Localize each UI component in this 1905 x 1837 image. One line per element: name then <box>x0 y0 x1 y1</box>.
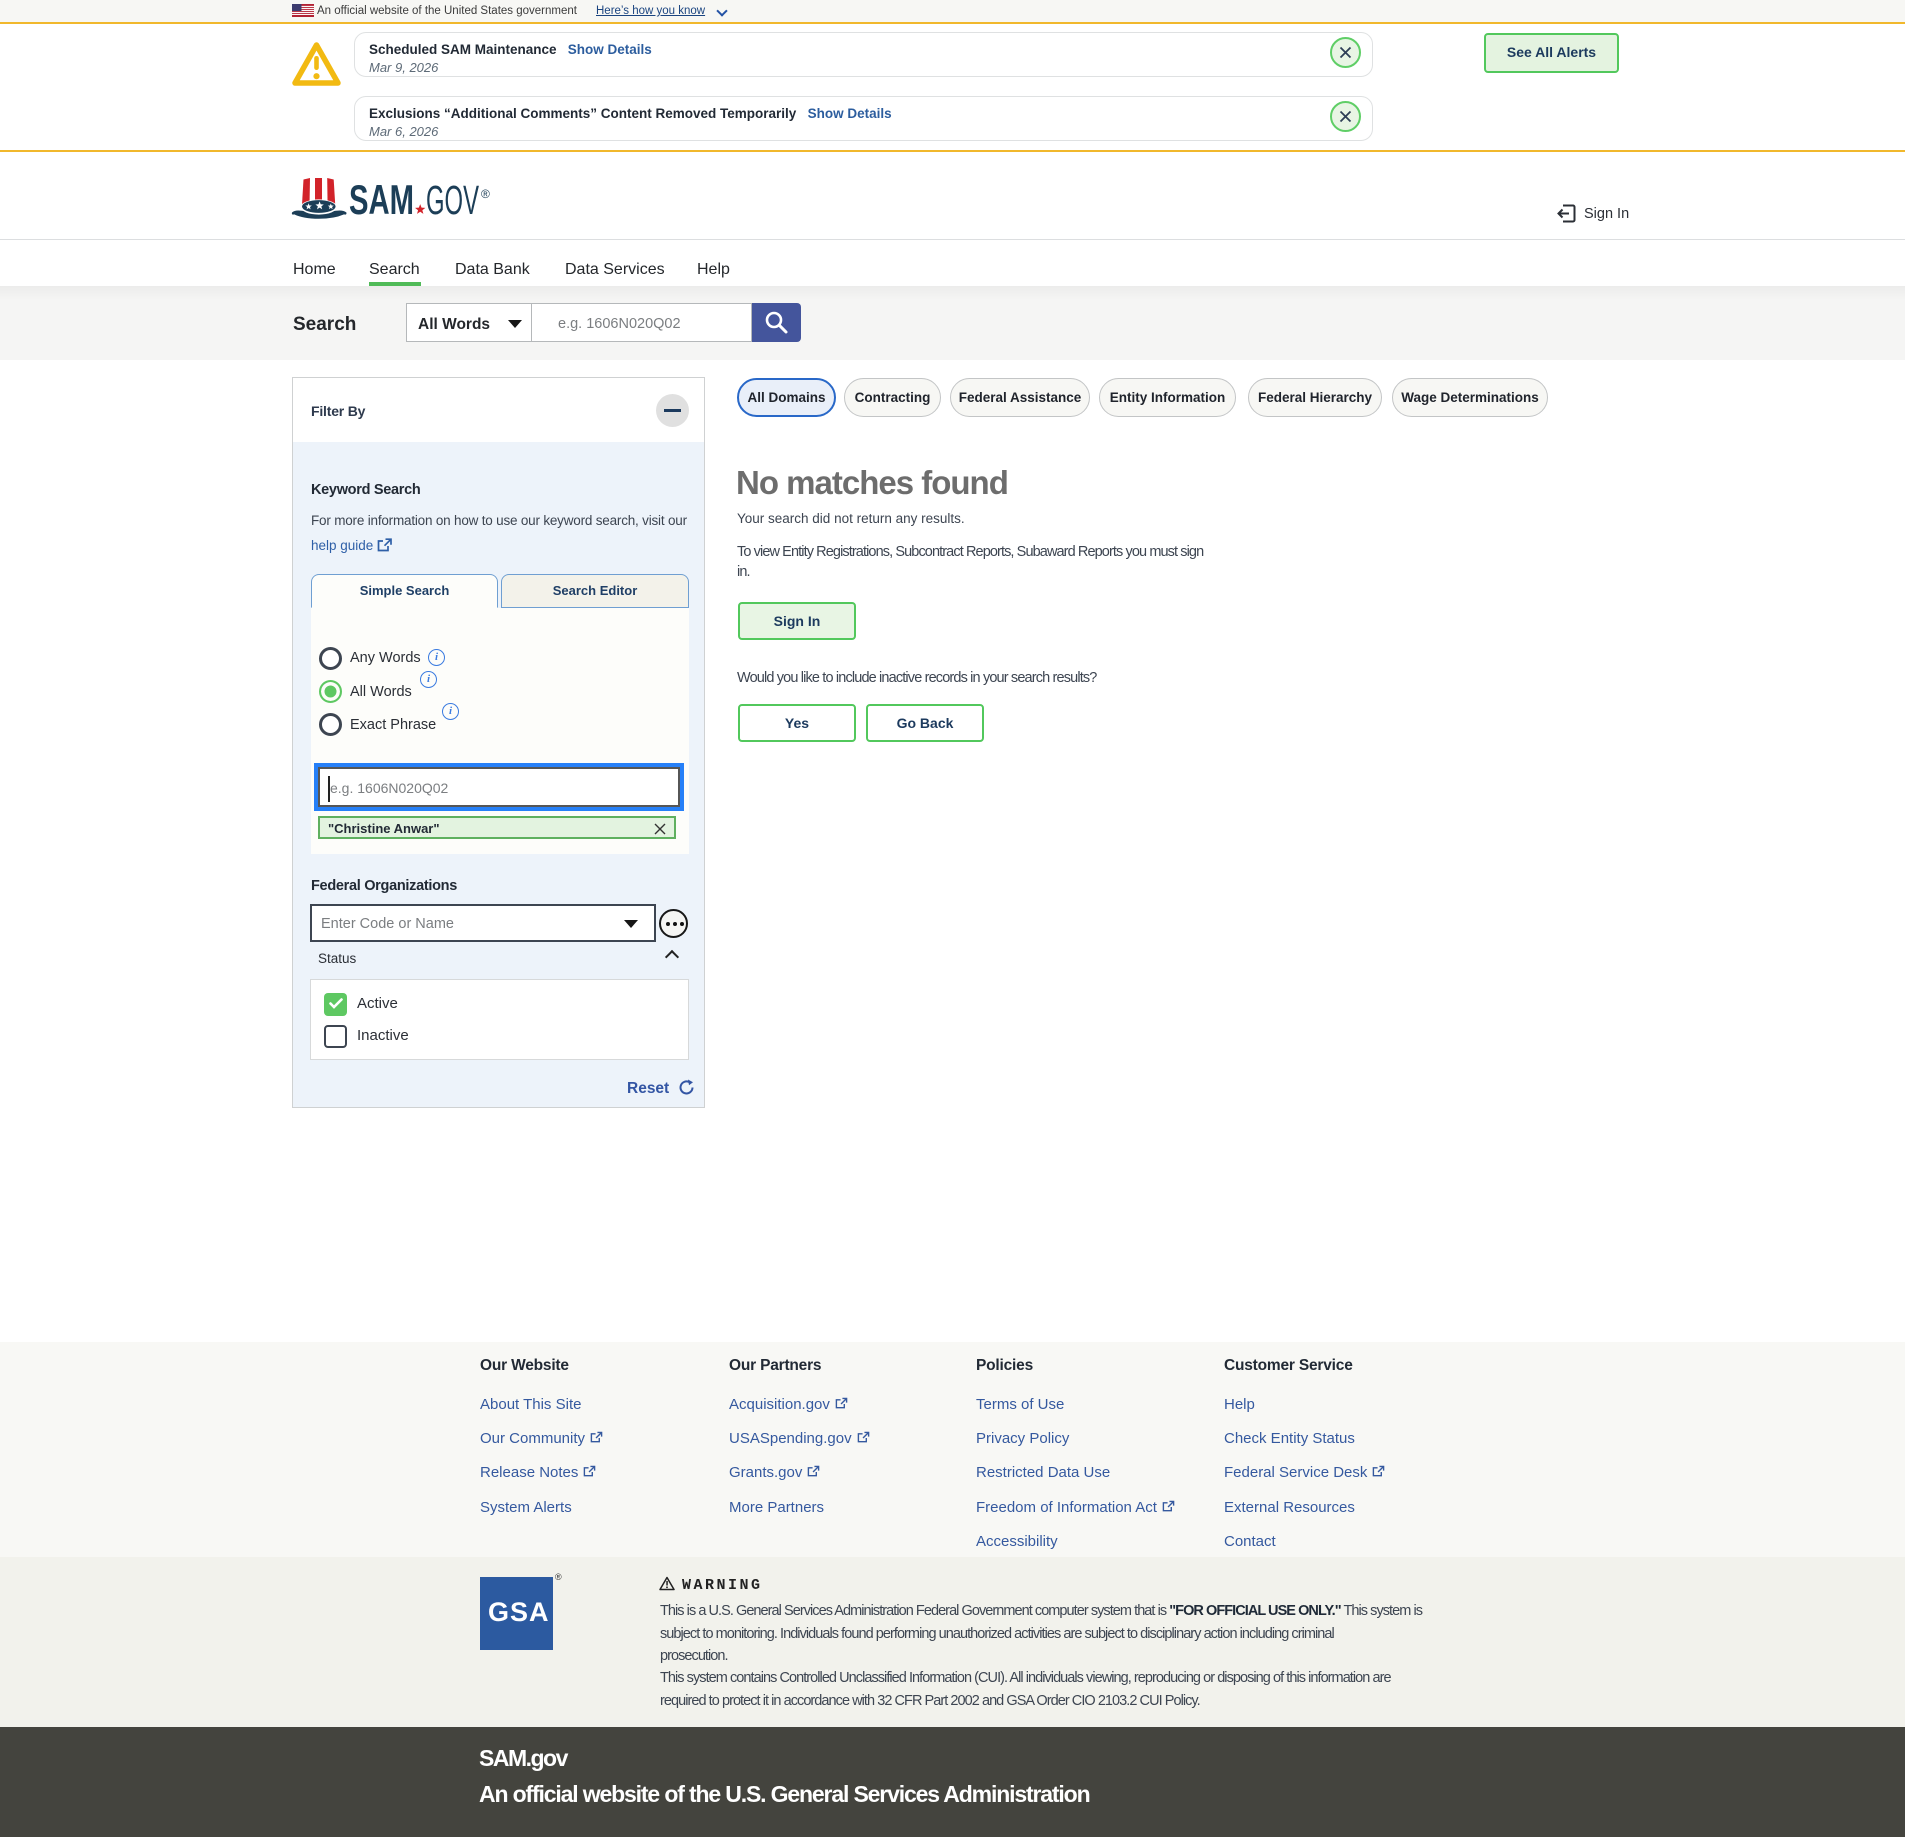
svg-text:®: ® <box>481 187 490 201</box>
svg-text:SAM: SAM <box>349 176 414 220</box>
svg-text:GOV: GOV <box>426 177 479 220</box>
